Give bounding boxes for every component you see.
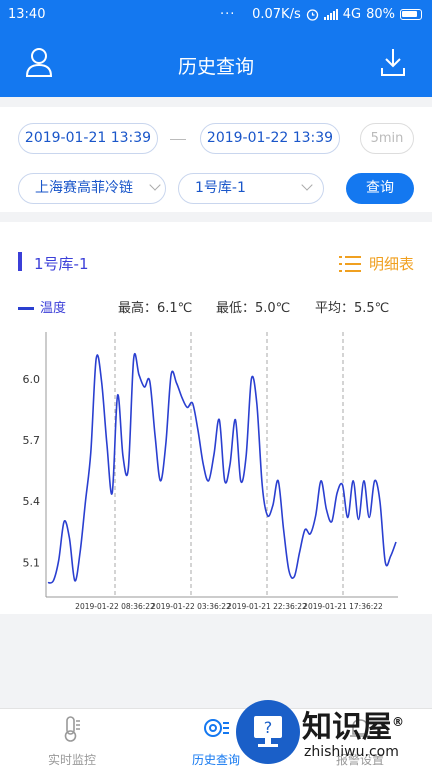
section-indicator	[18, 252, 22, 271]
status-bar: 13:40 ··· 0.07K/s 4G 80%	[0, 0, 432, 30]
stat-min: 最低：5.0℃	[216, 301, 291, 316]
detail-table-label: 明细表	[368, 255, 414, 273]
tab-label: 实时监控	[47, 753, 96, 767]
interval-field[interactable]: 5min	[360, 123, 414, 154]
stat-max: 最高：6.1℃	[118, 301, 193, 316]
watermark-title: 知识屋	[302, 710, 392, 745]
watermark-registered-mark: ®	[392, 715, 404, 729]
range-separator	[170, 139, 186, 140]
legend-label: 温度	[40, 301, 67, 316]
store-select[interactable]: 1号库-1	[178, 173, 324, 204]
store-select-value: 1号库-1	[195, 180, 246, 196]
detail-table-button[interactable]: 明细表	[338, 253, 414, 274]
chart-panel: 1号库-1 明细表 温度 最高：6.1℃ 最低：5.0℃ 平均：5.5℃ 5.1…	[0, 222, 432, 614]
page-title: 历史查询	[177, 56, 254, 78]
company-select-value: 上海赛高菲冷链	[35, 180, 133, 196]
thermometer-icon	[64, 716, 80, 742]
y-tick-label: 6.0	[23, 373, 41, 386]
monitor-help-icon: ?	[254, 716, 282, 747]
app-header: 历史查询	[0, 30, 432, 97]
battery-icon	[400, 9, 422, 20]
watermark-logo: ? 知识屋® zhishiwu.com	[232, 700, 432, 768]
watermark-badge: ?	[236, 700, 300, 764]
signal-icon	[323, 9, 338, 20]
status-time: 13:40	[8, 7, 46, 22]
y-tick-label: 5.4	[23, 495, 41, 508]
watermark-url: zhishiwu.com	[304, 744, 399, 760]
watermark-badge-mark: ?	[264, 718, 273, 737]
temperature-series-line	[47, 353, 397, 584]
x-tick-label: 2019-01-22 03:36:22	[151, 602, 231, 611]
battery-percent: 80%	[366, 7, 395, 22]
x-tick-label: 2019-01-22 08:36:22	[75, 602, 155, 611]
history-search-icon	[204, 719, 229, 737]
y-tick-label: 5.1	[23, 556, 41, 569]
query-button[interactable]: 查询	[346, 173, 414, 204]
y-tick-label: 5.7	[23, 434, 41, 447]
temperature-line-chart: 5.15.45.76.02019-01-22 08:36:222019-01-2…	[23, 332, 398, 611]
end-datetime-field[interactable]: 2019-01-22 13:39	[200, 123, 340, 154]
alarm-icon	[306, 9, 318, 21]
stat-avg: 平均：5.5℃	[315, 301, 390, 316]
chevron-down-icon	[149, 179, 161, 191]
list-icon	[338, 255, 361, 272]
x-tick-label: 2019-01-21 22:36:22	[227, 602, 307, 611]
legend-line-swatch	[18, 307, 34, 310]
download-icon[interactable]	[378, 46, 408, 78]
company-select[interactable]: 上海赛高菲冷链	[18, 173, 166, 204]
chevron-down-icon	[301, 179, 313, 191]
chart-store-name: 1号库-1	[34, 255, 89, 273]
tab-realtime-monitor[interactable]: 实时监控	[0, 709, 144, 768]
net-speed: 0.07K/s	[252, 7, 301, 22]
x-tick-label: 2019-01-21 17:36:22	[303, 602, 383, 611]
start-datetime-field[interactable]: 2019-01-21 13:39	[18, 123, 158, 154]
notification-dots: ···	[220, 7, 236, 22]
chart-legend: 温度	[18, 297, 66, 316]
network-type: 4G	[342, 7, 362, 22]
